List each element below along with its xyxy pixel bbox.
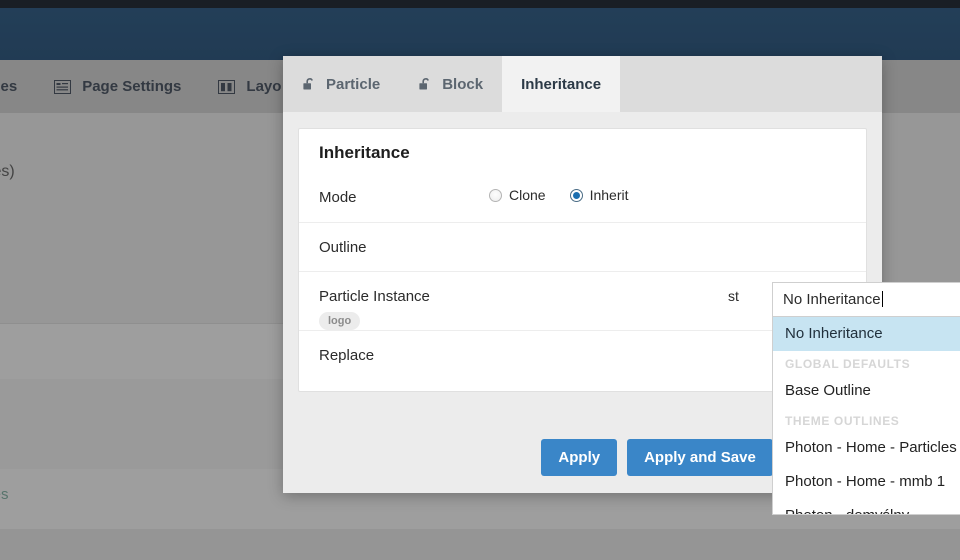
field-label-mode: Mode [319,189,357,206]
field-label-particle-instance: Particle Instance logo [319,272,489,330]
tab-particle-label: Particle [326,75,381,93]
dropdown-option-photon-domyslny[interactable]: Photon - domyślny [773,499,960,514]
radio-clone-mark [489,188,502,202]
tab-particle[interactable]: Particle [283,56,399,112]
dropdown-option-base-outline[interactable]: Base Outline [773,374,960,408]
unlock-icon [302,77,317,92]
tab-inheritance[interactable]: Inheritance [502,56,621,112]
outline-select-wrapper: No Inheritance No Inheritance GLOBAL DEF… [772,282,960,515]
radio-clone-label: Clone [509,187,546,203]
field-control-outline [489,223,846,235]
dropdown-group-theme-outlines: THEME OUTLINES [785,414,900,428]
outline-dropdown-list[interactable]: No Inheritance GLOBAL DEFAULTS Base Outl… [772,317,960,515]
field-row-outline: Outline [299,222,866,271]
dropdown-option-photon-home-particles[interactable]: Photon - Home - Particles [773,431,960,465]
dropdown-options: No Inheritance GLOBAL DEFAULTS Base Outl… [773,317,960,514]
tab-block[interactable]: Block [399,56,502,112]
radio-inherit[interactable]: Inherit [569,187,629,203]
field-label-particle-instance-text: Particle Instance [319,288,430,305]
tab-block-label: Block [442,75,484,93]
field-label-outline: Outline [319,239,367,256]
outline-select-value-text: No Inheritance [783,291,881,308]
unlock-icon [418,77,433,92]
dropdown-option-photon-home-mmb-1[interactable]: Photon - Home - mmb 1 [773,465,960,499]
field-label-replace: Replace [319,347,375,364]
mode-radio-group: Clone Inherit [489,185,846,203]
outline-select-value: No Inheritance [783,291,960,308]
inheritance-modal: Particle Block Inheritance Inheritance M… [283,56,960,515]
field-row-mode: Mode Clone Inherit [299,173,866,222]
apply-button[interactable]: Apply [541,438,618,476]
modal-tab-bar: Particle Block Inheritance [283,56,882,112]
apply-and-save-button[interactable]: Apply and Save [627,438,773,476]
modal-body: Inheritance Mode Clone Inherit Outline P… [283,112,960,515]
field-control-mode: Clone Inherit [489,173,846,203]
radio-clone[interactable]: Clone [489,187,546,203]
tab-inheritance-label: Inheritance [521,75,602,93]
particle-instance-badge: logo [319,312,361,330]
radio-inherit-mark [569,188,583,202]
text-cursor [881,291,883,307]
screen: yles Page Settings [0,0,960,560]
dropdown-option-no-inheritance[interactable]: No Inheritance [773,317,960,351]
radio-inherit-label: Inherit [589,187,629,203]
dropdown-group-global-defaults: GLOBAL DEFAULTS [785,357,911,371]
card-title: Inheritance [319,143,410,162]
outline-select-input[interactable]: No Inheritance [772,282,960,317]
